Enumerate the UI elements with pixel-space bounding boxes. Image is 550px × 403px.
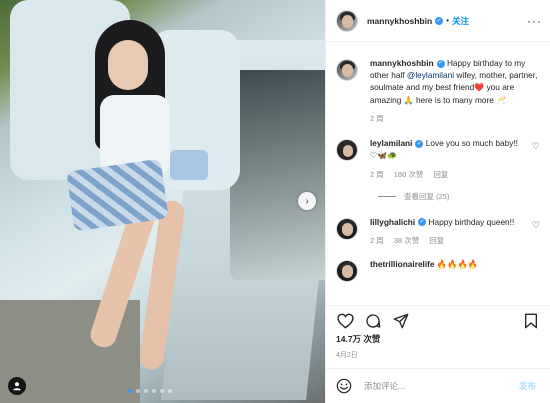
photo-person-face	[108, 40, 148, 90]
caption-author[interactable]: mannykhoshbin	[370, 58, 434, 68]
caption-time: 2 周	[370, 114, 384, 124]
comment-meta: 2 周 180 次赞 回复	[370, 170, 540, 181]
comment-meta: 2 周 38 次赞 回复	[370, 236, 540, 247]
heart-icon[interactable]: ♡	[532, 220, 540, 231]
avatar[interactable]	[336, 217, 358, 240]
avatar[interactable]	[336, 9, 358, 32]
carousel-dot	[144, 389, 148, 393]
avatar[interactable]	[336, 139, 358, 162]
photo-car-window	[230, 70, 325, 280]
view-replies-label: 查看回复 (25)	[404, 191, 450, 201]
post-side-panel: mannykhoshbin ✓ • 关注 ··· mannykhoshbin ✓ …	[325, 0, 550, 403]
comment-body: leylamilani ✓ Love you so much baby!! ♡🦋🐢…	[370, 137, 540, 180]
likes-count[interactable]: 14.7万 次赞	[336, 333, 380, 345]
heart-icon[interactable]	[334, 310, 356, 332]
comment-body: thetrillionairelife 🔥🔥🔥🔥	[370, 258, 540, 270]
separator-dot: •	[446, 16, 449, 25]
comment-input[interactable]	[364, 381, 519, 391]
caption-text-4: here is to many more	[413, 94, 497, 105]
carousel-dot	[136, 389, 140, 393]
heart-icon[interactable]: ♡	[532, 141, 540, 152]
share-icon[interactable]	[390, 310, 412, 332]
photo-handbag	[170, 150, 208, 180]
caption-body: mannykhoshbin ✓ Happy birthday to my othe…	[370, 57, 540, 125]
comment-time: 2 周	[370, 169, 384, 179]
comment-item: leylamilani ✓ Love you so much baby!! ♡🦋🐢…	[336, 137, 540, 180]
caption-meta: 2 周	[370, 114, 540, 125]
reply-button[interactable]: 回复	[429, 236, 444, 247]
bookmark-icon[interactable]	[520, 310, 542, 332]
verified-icon: ✓	[436, 59, 445, 68]
comments-list[interactable]: mannykhoshbin ✓ Happy birthday to my othe…	[326, 43, 550, 305]
post-photo[interactable]: ›	[0, 0, 325, 403]
user-tag-icon[interactable]	[8, 377, 26, 395]
comment-username[interactable]: leylamilani	[370, 138, 412, 148]
comment-likes[interactable]: 38 次赞	[394, 236, 419, 247]
post-caption: mannykhoshbin ✓ Happy birthday to my othe…	[336, 57, 540, 125]
post-date: 4月2日	[336, 352, 358, 359]
pray-emoji: 🙏	[403, 95, 414, 105]
smile-icon[interactable]	[336, 378, 352, 394]
carousel-dot	[160, 389, 164, 393]
view-replies-button[interactable]: 查看回复 (25)	[378, 191, 540, 202]
comment-time: 2 周	[370, 235, 384, 245]
carousel-dot	[152, 389, 156, 393]
post-comment-button[interactable]: 发布	[519, 380, 536, 392]
more-icon[interactable]: ···	[527, 14, 542, 28]
reply-button[interactable]: 回复	[433, 170, 448, 181]
comment-item: thetrillionairelife 🔥🔥🔥🔥	[336, 258, 540, 283]
comment-item: lillyghalichi ✓ Happy birthday queen!! 2 …	[336, 216, 540, 247]
carousel-dot	[128, 389, 132, 393]
comment-body: lillyghalichi ✓ Happy birthday queen!! 2 …	[370, 216, 540, 247]
caption-mention[interactable]: @leylamilani	[407, 70, 454, 80]
avatar[interactable]	[336, 59, 358, 81]
comment-text: 🔥🔥🔥🔥	[434, 259, 479, 270]
follow-button[interactable]: 关注	[452, 15, 469, 27]
comment-username[interactable]: thetrillionairelife	[370, 259, 435, 269]
verified-icon: ✓	[418, 218, 427, 227]
comment-text: Happy birthday queen!!	[426, 216, 515, 227]
carousel-indicator	[128, 389, 172, 393]
comment-username[interactable]: lillyghalichi	[370, 217, 415, 227]
divider	[378, 195, 396, 197]
author-username[interactable]: mannykhoshbin	[367, 16, 432, 26]
comment-icon[interactable]	[362, 310, 384, 332]
chevron-right-icon[interactable]: ›	[298, 192, 316, 210]
toast-emoji: 🥂	[496, 95, 507, 105]
comment-text: Love you so much baby!!	[423, 138, 518, 149]
comment-emojis: ♡🦋🐢	[370, 151, 398, 161]
post-header: mannykhoshbin ✓ • 关注 ···	[326, 0, 550, 42]
add-comment-bar: 发布	[326, 368, 550, 403]
comment-likes[interactable]: 180 次赞	[394, 170, 424, 181]
avatar[interactable]	[336, 260, 358, 283]
verified-icon: ✓	[435, 16, 444, 25]
carousel-dot	[168, 389, 172, 393]
post-actions-bar	[326, 305, 550, 335]
heart-emoji: ❤️	[474, 83, 485, 93]
